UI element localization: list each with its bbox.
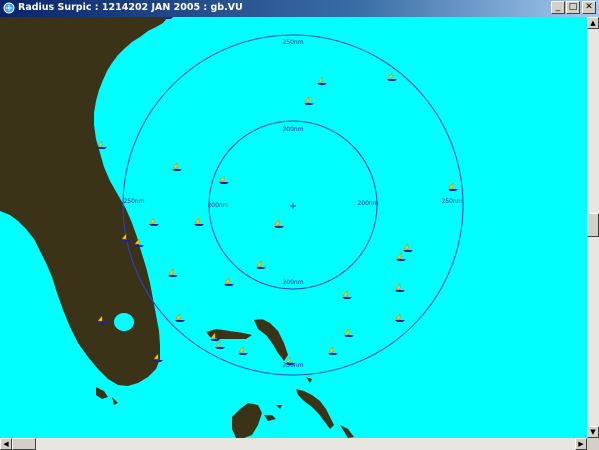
island-abaco xyxy=(254,319,288,361)
close-button[interactable]: ✕ xyxy=(582,1,596,14)
lake-okeechobee xyxy=(114,313,134,331)
vessel-icon[interactable] xyxy=(387,72,397,81)
vessel-icon[interactable] xyxy=(403,243,413,252)
vessel-icon[interactable] xyxy=(175,313,185,322)
vessel-icon[interactable] xyxy=(149,217,159,226)
ring-label-inner-right: 200nm xyxy=(357,200,378,207)
vessel-icon[interactable] xyxy=(215,340,225,349)
ring-label-inner-left: 200nm xyxy=(207,202,228,209)
ring-label-inner-top: 200nm xyxy=(282,126,303,133)
map-canvas[interactable]: 250nm 200nm 250nm 200nm 200nm 250nm 200n… xyxy=(0,17,587,438)
ring-label-inner-bottom: 200nm xyxy=(282,279,303,286)
vessel-icon[interactable] xyxy=(396,252,406,261)
vessel-icon[interactable] xyxy=(194,217,204,226)
vessel-icon[interactable] xyxy=(328,346,338,355)
vessel-icon[interactable] xyxy=(448,182,458,191)
vessel-icon[interactable] xyxy=(285,356,295,365)
ring-label-outer-right: 250nm xyxy=(441,198,462,205)
vessel-icon[interactable] xyxy=(172,162,182,171)
vessel-icon[interactable] xyxy=(395,283,405,292)
minimize-button[interactable]: _ xyxy=(551,1,565,14)
vessel-icon[interactable] xyxy=(238,346,248,355)
vertical-scroll-thumb[interactable] xyxy=(587,213,599,237)
map-svg: 250nm 200nm 250nm 200nm 200nm 250nm 200n… xyxy=(0,17,464,438)
florida-keys xyxy=(96,387,118,405)
title-bar[interactable]: Radius Surpic : 1214202 JAN 2005 : gb.VU… xyxy=(0,0,599,17)
ring-label-outer-top: 250nm xyxy=(282,39,303,46)
horizontal-scroll-thumb[interactable] xyxy=(12,438,36,450)
scrollbar-corner xyxy=(587,438,599,450)
vessel-icon[interactable] xyxy=(274,219,284,228)
scroll-up-button[interactable]: ▲ xyxy=(587,17,599,29)
vessel-icon[interactable] xyxy=(317,76,327,85)
vessel-icon[interactable] xyxy=(342,290,352,299)
vessel-icon[interactable] xyxy=(304,96,314,105)
horizontal-scrollbar[interactable]: ◀ ▶ xyxy=(0,438,587,450)
vessel-icon[interactable] xyxy=(224,277,234,286)
center-crosshair: + xyxy=(289,201,297,212)
app-icon xyxy=(3,2,15,14)
scroll-left-button[interactable]: ◀ xyxy=(0,438,12,450)
island-andros xyxy=(232,403,262,438)
island-eleuthera xyxy=(296,389,334,429)
vessel-icon[interactable] xyxy=(256,260,266,269)
vessel-icon[interactable] xyxy=(395,313,405,322)
ring-label-outer-left: 250nm xyxy=(123,198,144,205)
maximize-button[interactable]: □ xyxy=(566,1,580,14)
vessel-icon[interactable] xyxy=(219,175,229,184)
scroll-down-button[interactable]: ▼ xyxy=(587,426,599,438)
window-title: Radius Surpic : 1214202 JAN 2005 : gb.VU xyxy=(18,2,243,13)
vertical-scrollbar[interactable]: ▲ ▼ xyxy=(587,17,599,438)
vessel-icon[interactable] xyxy=(344,328,354,337)
vessel-icon[interactable] xyxy=(168,268,178,277)
scroll-right-button[interactable]: ▶ xyxy=(575,438,587,450)
vessel-icon[interactable] xyxy=(97,140,107,149)
island-small-1 xyxy=(264,405,282,421)
